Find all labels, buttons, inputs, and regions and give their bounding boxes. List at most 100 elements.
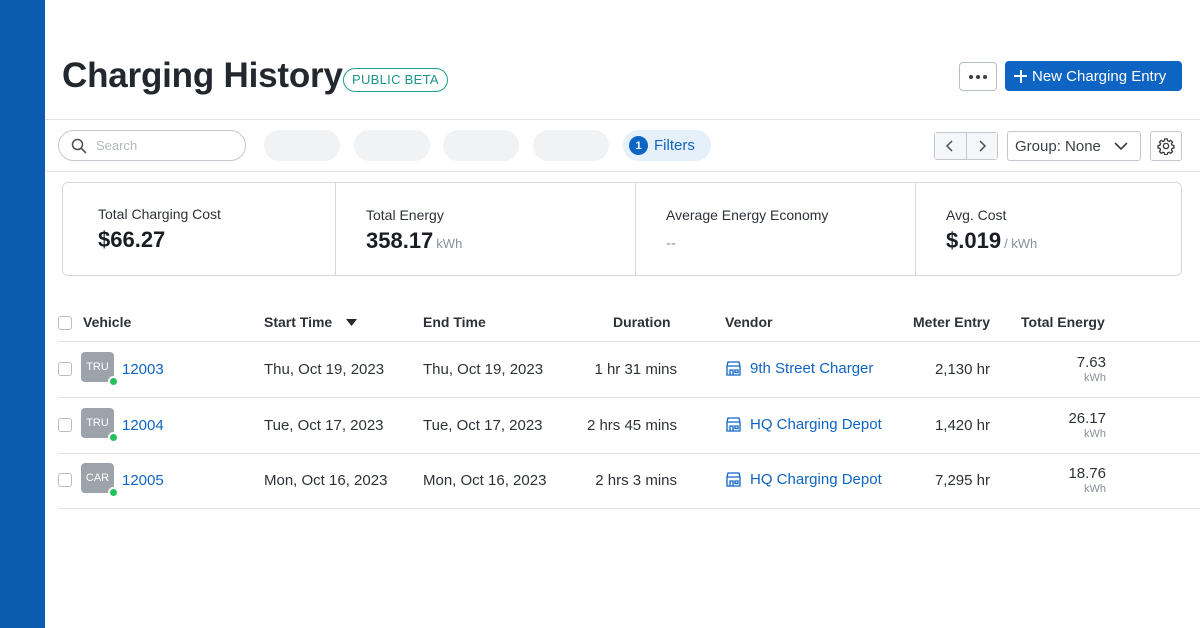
- search-box[interactable]: [58, 130, 246, 161]
- filters-label: Filters: [654, 137, 695, 154]
- online-status-dot: [108, 376, 119, 387]
- chevron-right-icon: [979, 140, 986, 152]
- stat-average-energy-economy: Average Energy Economy --: [636, 183, 916, 275]
- column-header-label: Start Time: [264, 314, 333, 330]
- vendor-link[interactable]: HQ Charging Depot: [750, 471, 882, 488]
- previous-page-button[interactable]: [935, 133, 966, 159]
- meter-entry-cell: 2,130 hr: [934, 361, 990, 378]
- duration-cell: 2 hrs 3 mins: [595, 472, 677, 489]
- search-icon: [71, 138, 87, 153]
- total-energy-value: 26.17: [1068, 410, 1106, 427]
- stat-total-energy: Total Energy 358.17 kWh: [336, 183, 636, 275]
- stat-label: Avg. Cost: [946, 207, 1007, 223]
- vehicle-link[interactable]: 12004: [122, 417, 164, 434]
- vendor-cell[interactable]: 9th Street Charger: [725, 360, 873, 377]
- more-icon-dot: [983, 74, 987, 79]
- next-page-button[interactable]: [965, 133, 997, 159]
- column-header-end-time[interactable]: End Time: [423, 314, 486, 330]
- select-all-checkbox[interactable]: [58, 316, 72, 330]
- column-header-start-time[interactable]: Start Time: [264, 314, 358, 330]
- duration-cell: 2 hrs 45 mins: [586, 417, 677, 434]
- stat-value-number: $66.27: [98, 227, 166, 252]
- group-by-label: Group: None: [1015, 137, 1101, 155]
- row-checkbox[interactable]: [58, 473, 72, 487]
- start-time-cell: Mon, Oct 16, 2023: [264, 472, 388, 489]
- more-icon: [969, 74, 973, 79]
- duration-cell: 1 hr 31 mins: [594, 361, 677, 378]
- stat-total-charging-cost: Total Charging Cost $66.27: [63, 183, 336, 275]
- vendor-link[interactable]: HQ Charging Depot: [750, 416, 882, 433]
- vendor-cell[interactable]: HQ Charging Depot: [725, 416, 882, 433]
- summary-card: Total Charging Cost $66.27 Total Energy …: [62, 182, 1182, 276]
- divider: [58, 341, 1200, 342]
- row-checkbox[interactable]: [58, 362, 72, 376]
- column-header-meter-entry[interactable]: Meter Entry: [913, 314, 990, 330]
- vehicle-link[interactable]: 12005: [122, 472, 164, 489]
- chevron-down-icon: [1114, 142, 1128, 151]
- stat-value-number: $.019: [946, 228, 1002, 253]
- stat-avg-cost: Avg. Cost $.019/ kWh: [916, 183, 1181, 275]
- left-nav-rail: [0, 0, 45, 628]
- column-header-vendor[interactable]: Vendor: [725, 314, 772, 330]
- filter-chip-placeholder[interactable]: [264, 130, 340, 161]
- stat-unit: kWh: [436, 236, 463, 251]
- column-header-total-energy[interactable]: Total Energy: [1021, 314, 1105, 330]
- vehicle-type-badge: TRU: [81, 352, 119, 387]
- end-time-cell: Mon, Oct 16, 2023: [423, 472, 547, 489]
- filter-chip-placeholder[interactable]: [533, 130, 609, 161]
- group-by-select[interactable]: Group: None: [1007, 131, 1141, 161]
- stat-unit: / kWh: [1004, 236, 1038, 251]
- total-energy-cell: 7.63 kWh: [1077, 354, 1106, 384]
- new-charging-entry-label: New Charging Entry: [1032, 67, 1167, 85]
- vehicle-type-label: TRU: [86, 417, 109, 429]
- online-status-dot: [108, 432, 119, 443]
- total-energy-cell: 18.76 kWh: [1068, 465, 1106, 495]
- filters-button[interactable]: 1 Filters: [623, 130, 711, 161]
- total-energy-unit: kWh: [1084, 483, 1106, 495]
- vehicle-link[interactable]: 12003: [122, 361, 164, 378]
- store-icon: [726, 361, 741, 376]
- chevron-left-icon: [946, 140, 953, 152]
- vendor-link[interactable]: 9th Street Charger: [750, 360, 873, 377]
- store-icon: [726, 417, 741, 432]
- sort-desc-icon: [346, 318, 358, 326]
- stat-value-number: 358.17: [366, 228, 434, 253]
- divider: [45, 171, 1200, 172]
- vehicle-type-label: TRU: [86, 361, 109, 373]
- vendor-cell[interactable]: HQ Charging Depot: [725, 471, 882, 488]
- end-time-cell: Thu, Oct 19, 2023: [423, 361, 544, 378]
- plus-icon: [1014, 69, 1027, 83]
- online-status-dot: [108, 487, 119, 498]
- stat-label: Total Energy: [366, 207, 444, 223]
- column-header-vehicle[interactable]: Vehicle: [83, 314, 131, 330]
- divider: [58, 453, 1200, 454]
- total-energy-unit: kWh: [1084, 428, 1106, 440]
- search-input[interactable]: [96, 138, 226, 153]
- more-icon-dot: [976, 74, 980, 79]
- public-beta-badge: PUBLIC BETA: [343, 68, 448, 92]
- pager: [934, 132, 998, 160]
- divider: [58, 397, 1200, 398]
- filter-chip-placeholder[interactable]: [354, 130, 430, 161]
- total-energy-unit: kWh: [1084, 372, 1106, 384]
- new-charging-entry-button[interactable]: New Charging Entry: [1005, 61, 1182, 91]
- total-energy-value: 18.76: [1068, 465, 1106, 482]
- divider: [45, 119, 1200, 120]
- total-energy-value: 7.63: [1076, 354, 1106, 371]
- page-title: Charging History: [62, 56, 343, 95]
- main-content: Charging History PUBLIC BETA New Chargin…: [45, 0, 1200, 628]
- stat-empty-value: --: [666, 235, 676, 252]
- meter-entry-cell: 1,420 hr: [934, 417, 990, 434]
- filter-chip-placeholder[interactable]: [443, 130, 519, 161]
- stat-value: 358.17 kWh: [366, 228, 462, 254]
- vehicle-type-label: CAR: [85, 472, 110, 484]
- store-icon: [726, 472, 741, 487]
- filters-count-badge: 1: [629, 136, 648, 155]
- settings-button[interactable]: [1150, 131, 1182, 161]
- end-time-cell: Tue, Oct 17, 2023: [423, 417, 543, 434]
- more-options-button[interactable]: [959, 62, 997, 91]
- total-energy-cell: 26.17 kWh: [1068, 410, 1106, 440]
- column-header-duration[interactable]: Duration: [613, 314, 671, 330]
- row-checkbox[interactable]: [58, 418, 72, 432]
- vehicle-type-badge: TRU: [81, 408, 119, 443]
